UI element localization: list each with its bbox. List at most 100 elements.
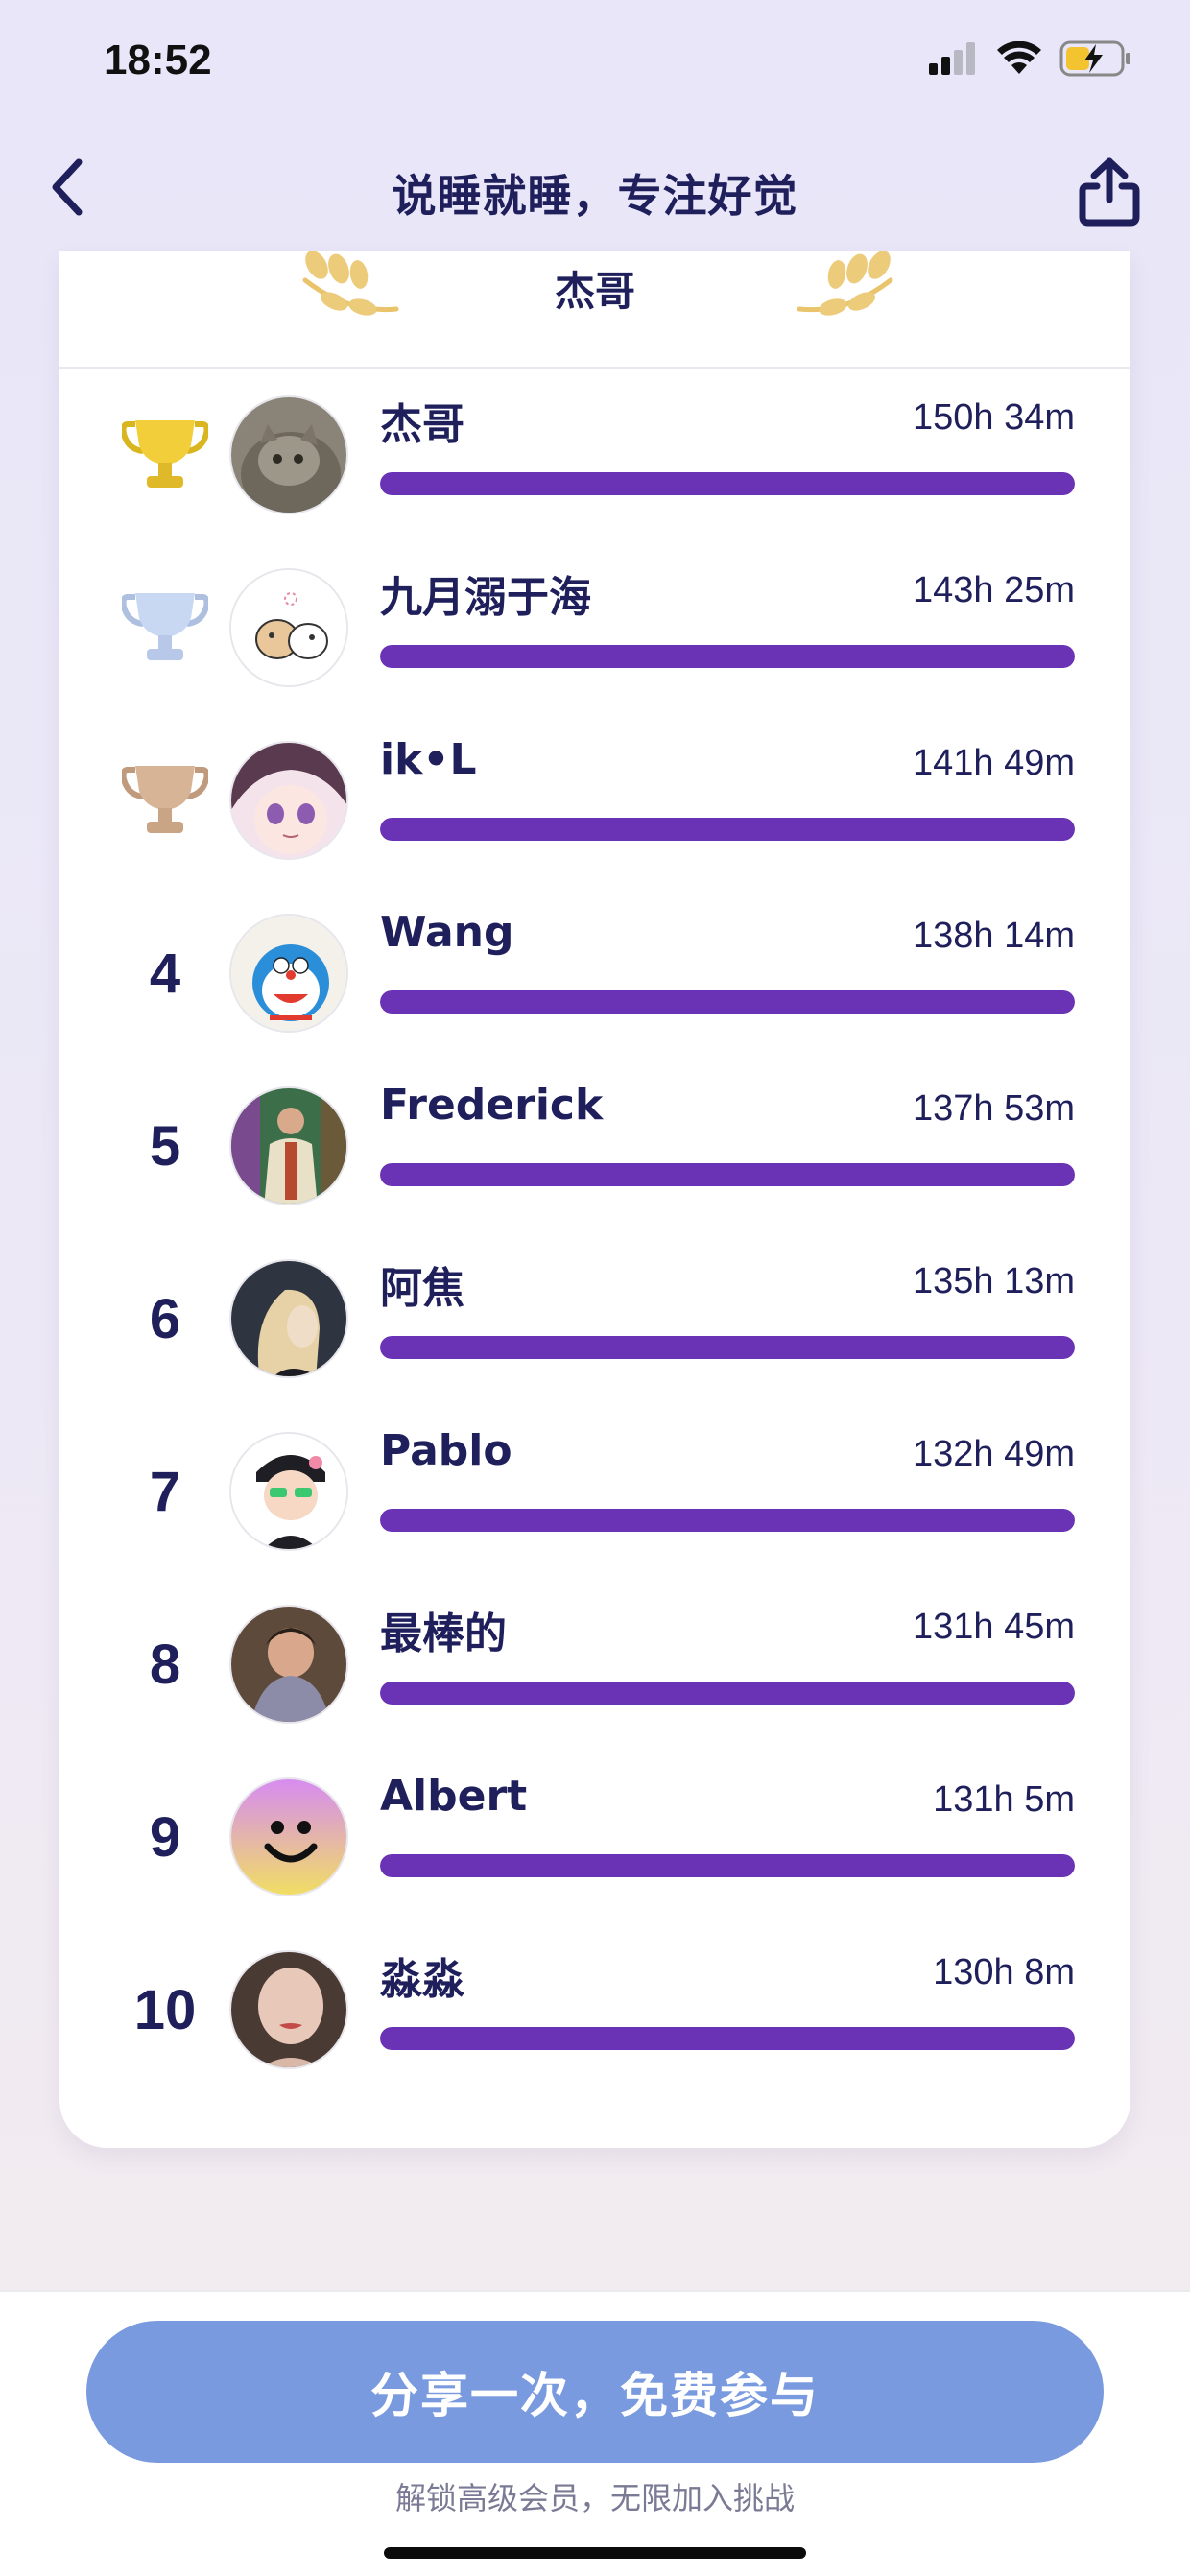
status-time: 18:52 xyxy=(104,36,212,83)
user-name: 九月溺于海 xyxy=(380,573,591,622)
user-name: 杰哥 xyxy=(380,400,464,449)
person-avatar-icon xyxy=(231,1088,346,1204)
status-icons xyxy=(929,40,1132,77)
sleep-time: 130h 8m xyxy=(933,1952,1075,1992)
sleep-time: 141h 49m xyxy=(912,743,1075,783)
rank-slot: 7 xyxy=(107,1443,223,1539)
avatar xyxy=(229,1950,348,2069)
progress-fill xyxy=(380,990,1075,1014)
rank-row[interactable]: 7 Pablo 132h 49m xyxy=(60,1405,1130,1578)
progress-fill xyxy=(380,2027,1075,2050)
progress-fill xyxy=(380,1509,1075,1532)
rank-row[interactable]: 10 淼淼 130h 8m xyxy=(60,1923,1130,2096)
avatar xyxy=(229,1086,348,1205)
rank-row[interactable]: 8 最棒的 131h 45m xyxy=(60,1578,1130,1751)
progress-fill xyxy=(380,1336,1075,1359)
avatar xyxy=(229,1259,348,1378)
progress-bar xyxy=(380,2027,1075,2050)
rank-number: 9 xyxy=(149,1805,181,1869)
bottom-bar: 分享一次，免费参与 解锁高级会员，无限加入挑战 xyxy=(0,2290,1190,2576)
sleep-time: 138h 14m xyxy=(912,916,1075,956)
rank-slot: 6 xyxy=(107,1271,223,1367)
cta-subtitle: 解锁高级会员，无限加入挑战 xyxy=(394,2480,795,2516)
leaderboard-card: 杰哥 杰哥 150h 34m 九月溺于海 143h 25m ik•L 141h … xyxy=(60,251,1130,2148)
user-name: 淼淼 xyxy=(380,1955,464,2004)
rank-slot: 10 xyxy=(107,1962,223,2058)
child-avatar-icon xyxy=(231,1607,346,1722)
progress-fill xyxy=(380,818,1075,841)
rank-row[interactable]: 九月溺于海 143h 25m xyxy=(60,541,1130,714)
sleep-time: 137h 53m xyxy=(912,1088,1075,1129)
rank-slot: 8 xyxy=(107,1616,223,1712)
nav-bar: 说睡就睡，专注好觉 xyxy=(0,134,1190,250)
anime-girl-avatar-icon xyxy=(231,743,346,858)
share-icon xyxy=(1079,157,1140,227)
home-indicator[interactable] xyxy=(384,2547,806,2559)
battery-charging-icon xyxy=(1059,40,1130,77)
progress-bar xyxy=(380,1509,1075,1532)
rank-number: 5 xyxy=(149,1114,181,1178)
user-name: 最棒的 xyxy=(380,1610,507,1658)
progress-fill xyxy=(380,1682,1075,1705)
card-header: 杰哥 xyxy=(60,251,1130,369)
user-name: 阿焦 xyxy=(380,1264,464,1313)
silver-trophy-icon xyxy=(122,593,208,660)
avatar xyxy=(229,568,348,687)
share-to-join-button[interactable]: 分享一次，免费参与 xyxy=(86,2321,1104,2463)
rank-row[interactable]: 4 Wang 138h 14m xyxy=(60,887,1130,1060)
gold-trophy-icon xyxy=(122,420,208,488)
rank-medal xyxy=(107,407,223,503)
cta-label: 分享一次，免费参与 xyxy=(370,2368,820,2423)
avatar xyxy=(229,1432,348,1551)
share-button[interactable] xyxy=(1071,154,1148,230)
rank-number: 10 xyxy=(133,1978,197,2041)
page-title: 说睡就睡，专注好觉 xyxy=(392,170,798,222)
progress-fill xyxy=(380,1163,1075,1186)
status-bar: 18:52 xyxy=(0,0,1190,134)
avatar xyxy=(229,1605,348,1724)
woman-profile-avatar-icon xyxy=(231,1261,346,1376)
rank-number: 8 xyxy=(149,1633,181,1696)
user-name: Albert xyxy=(380,1772,528,1821)
avatar xyxy=(229,741,348,860)
bronze-trophy-icon xyxy=(122,766,208,833)
rank-medal xyxy=(107,752,223,848)
progress-bar xyxy=(380,1682,1075,1705)
rank-number: 6 xyxy=(149,1287,181,1350)
user-name: Pablo xyxy=(380,1426,512,1475)
avatar xyxy=(229,914,348,1033)
rank-row[interactable]: 杰哥 150h 34m xyxy=(60,369,1130,541)
rank-row[interactable]: ik•L 141h 49m xyxy=(60,714,1130,887)
sleep-time: 143h 25m xyxy=(912,570,1075,610)
user-name: Frederick xyxy=(380,1081,604,1130)
progress-fill xyxy=(380,1854,1075,1877)
progress-fill xyxy=(380,472,1075,495)
rank-slot: 4 xyxy=(107,925,223,1021)
progress-bar xyxy=(380,472,1075,495)
progress-bar xyxy=(380,1854,1075,1877)
user-name: ik•L xyxy=(380,735,477,784)
rank-row[interactable]: 9 Albert 131h 5m xyxy=(60,1751,1130,1923)
rank-number: 4 xyxy=(149,942,181,1005)
user-name: Wang xyxy=(380,908,514,957)
progress-bar xyxy=(380,1336,1075,1359)
sleep-time: 131h 45m xyxy=(912,1607,1075,1647)
cellular-signal-icon xyxy=(929,42,975,75)
card-header-name: 杰哥 xyxy=(554,268,635,315)
sleep-time: 131h 5m xyxy=(933,1779,1075,1820)
woman-face-avatar-icon xyxy=(231,1952,346,2067)
cat-avatar-icon xyxy=(231,397,346,513)
sleep-time: 132h 49m xyxy=(912,1434,1075,1474)
progress-bar xyxy=(380,1163,1075,1186)
doraemon-avatar-icon xyxy=(231,916,346,1031)
sleep-time: 135h 13m xyxy=(912,1261,1075,1301)
rank-row[interactable]: 6 阿焦 135h 13m xyxy=(60,1232,1130,1405)
dogs-avatar-icon xyxy=(231,570,346,685)
progress-fill xyxy=(380,645,1075,668)
rank-row[interactable]: 5 Frederick 137h 53m xyxy=(60,1060,1130,1232)
progress-bar xyxy=(380,818,1075,841)
wifi-icon xyxy=(997,41,1041,74)
smiley-avatar-icon xyxy=(231,1779,346,1895)
rank-slot: 9 xyxy=(107,1789,223,1885)
sleep-time: 150h 34m xyxy=(912,397,1075,438)
